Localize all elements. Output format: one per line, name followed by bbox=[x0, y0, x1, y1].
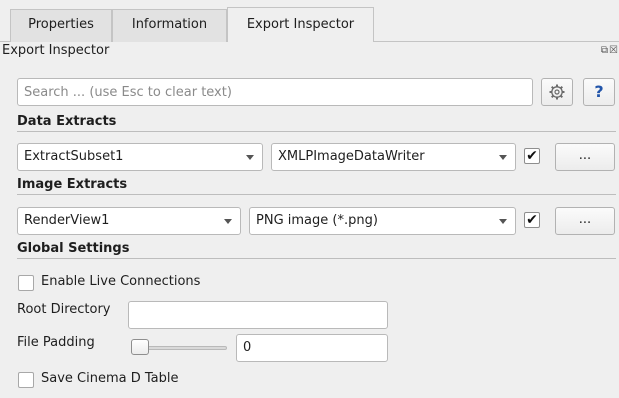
tab-export-inspector[interactable]: Export Inspector bbox=[227, 7, 374, 42]
image-extract-source-value: RenderView1 bbox=[24, 213, 110, 228]
gear-icon bbox=[549, 84, 565, 100]
tab-bar: Properties Information Export Inspector bbox=[0, 0, 619, 42]
question-mark-icon: ? bbox=[594, 82, 604, 101]
section-divider bbox=[17, 194, 616, 195]
section-divider bbox=[17, 258, 616, 259]
section-heading-data-extracts: Data Extracts bbox=[17, 114, 117, 129]
tab-information[interactable]: Information bbox=[112, 9, 227, 42]
chevron-down-icon bbox=[224, 219, 232, 224]
data-extract-source-dropdown[interactable]: ExtractSubset1 bbox=[17, 143, 263, 171]
data-extract-more-button[interactable]: ... bbox=[555, 143, 615, 171]
image-extract-source-dropdown[interactable]: RenderView1 bbox=[17, 207, 241, 235]
search-settings-button[interactable] bbox=[541, 78, 573, 106]
root-directory-label: Root Directory bbox=[17, 302, 111, 317]
image-extract-enabled-checkbox[interactable]: ✔ bbox=[524, 212, 540, 228]
chevron-down-icon bbox=[499, 155, 507, 160]
live-connections-checkbox[interactable] bbox=[18, 275, 34, 291]
file-padding-slider-handle[interactable] bbox=[131, 339, 149, 355]
tab-properties[interactable]: Properties bbox=[10, 9, 112, 42]
chevron-down-icon bbox=[499, 219, 507, 224]
image-extract-writer-dropdown[interactable]: PNG image (*.png) bbox=[249, 207, 516, 235]
panel-title: Export Inspector bbox=[2, 43, 110, 58]
image-extract-writer-value: PNG image (*.png) bbox=[256, 213, 378, 228]
cinema-table-checkbox[interactable] bbox=[18, 372, 34, 388]
live-connections-label: Enable Live Connections bbox=[41, 274, 201, 289]
section-heading-image-extracts: Image Extracts bbox=[17, 177, 128, 192]
data-extract-enabled-checkbox[interactable]: ✔ bbox=[524, 148, 540, 164]
root-directory-input[interactable] bbox=[128, 301, 388, 329]
help-button[interactable]: ? bbox=[583, 78, 615, 106]
data-extract-writer-value: XMLPImageDataWriter bbox=[278, 149, 425, 164]
cinema-table-label: Save Cinema D Table bbox=[41, 371, 179, 386]
section-divider bbox=[17, 131, 616, 132]
search-input[interactable] bbox=[17, 78, 533, 106]
file-padding-input[interactable]: 0 bbox=[236, 334, 388, 362]
image-extract-more-button[interactable]: ... bbox=[555, 207, 615, 235]
chevron-down-icon bbox=[246, 155, 254, 160]
data-extract-source-value: ExtractSubset1 bbox=[24, 149, 124, 164]
float-close-icons[interactable]: ⧉☒ bbox=[601, 45, 619, 56]
file-padding-label: File Padding bbox=[17, 335, 95, 350]
section-heading-global-settings: Global Settings bbox=[17, 241, 130, 256]
data-extract-writer-dropdown[interactable]: XMLPImageDataWriter bbox=[271, 143, 516, 171]
